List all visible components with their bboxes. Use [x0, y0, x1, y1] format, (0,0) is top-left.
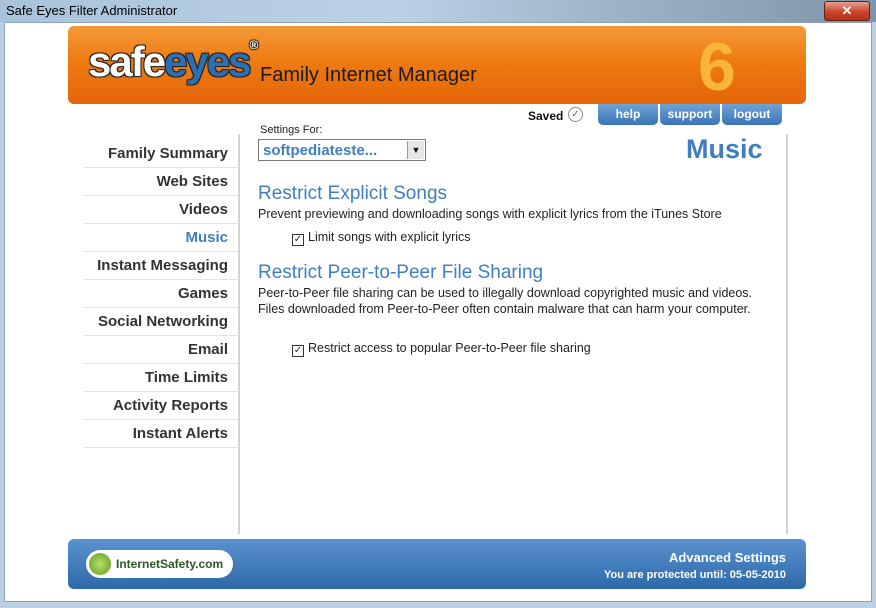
globe-icon — [89, 553, 111, 575]
sidebar-item-videos[interactable]: Videos — [84, 196, 238, 224]
explicit-lyrics-option[interactable]: ✓ Limit songs with explicit lyrics — [292, 230, 471, 246]
logo-text-blue: eyes — [164, 38, 251, 85]
window-title: Safe Eyes Filter Administrator — [6, 3, 178, 18]
sidebar-item-games[interactable]: Games — [84, 280, 238, 308]
settings-for-label: Settings For: — [260, 124, 323, 136]
window-titlebar: Safe Eyes Filter Administrator ✕ — [0, 0, 876, 22]
saved-status: Saved — [528, 109, 564, 123]
sidebar-item-social-networking[interactable]: Social Networking — [84, 308, 238, 336]
sidebar-divider — [238, 134, 240, 534]
section-desc-explicit-songs: Prevent previewing and downloading songs… — [258, 207, 722, 221]
p2p-option[interactable]: ✓ Restrict access to popular Peer-to-Peer… — [292, 341, 591, 357]
header-tagline: Family Internet Manager — [260, 64, 477, 86]
explicit-lyrics-checkbox[interactable]: ✓ — [292, 234, 304, 246]
header-banner: safeeyes® Family Internet Manager 6 — [68, 26, 806, 104]
sidebar-item-activity-reports[interactable]: Activity Reports — [84, 392, 238, 420]
section-title-p2p: Restrict Peer-to-Peer File Sharing — [258, 262, 544, 283]
sidebar-item-instant-messaging[interactable]: Instant Messaging — [84, 252, 238, 280]
footer-bar: InternetSafety.com Advanced Settings You… — [68, 539, 806, 589]
advanced-settings-link[interactable]: Advanced Settings — [669, 550, 786, 565]
support-button[interactable]: support — [660, 104, 720, 125]
content-right-border — [786, 134, 788, 534]
sidebar-item-family-summary[interactable]: Family Summary — [84, 140, 238, 168]
explicit-lyrics-label: Limit songs with explicit lyrics — [308, 230, 471, 244]
page-title: Music — [686, 134, 763, 164]
internetsafety-logo[interactable]: InternetSafety.com — [86, 550, 234, 578]
user-select-value: softpediateste... — [263, 142, 378, 159]
logout-button[interactable]: logout — [722, 104, 782, 125]
logo-text-white: safe — [88, 38, 166, 85]
chevron-down-icon[interactable]: ▼ — [407, 141, 424, 159]
section-desc-p2p: Peer-to-Peer file sharing can be used to… — [258, 286, 753, 316]
help-button[interactable]: help — [598, 104, 658, 125]
internetsafety-logo-text: InternetSafety.com — [116, 557, 224, 571]
sidebar-item-web-sites[interactable]: Web Sites — [84, 168, 238, 196]
p2p-label: Restrict access to popular Peer-to-Peer … — [308, 341, 591, 355]
p2p-checkbox[interactable]: ✓ — [292, 345, 304, 357]
version-number: 6 — [698, 29, 736, 104]
user-select[interactable]: softpediateste... ▼ — [258, 139, 426, 161]
safeeyes-logo: safeeyes® — [88, 38, 259, 86]
checkmark-icon: ✓ — [568, 107, 583, 122]
close-button[interactable]: ✕ — [824, 1, 870, 21]
logo-registered-mark: ® — [249, 38, 259, 52]
sidebar-item-time-limits[interactable]: Time Limits — [84, 364, 238, 392]
protection-status: You are protected until: 05-05-2010 — [604, 569, 786, 581]
section-title-explicit-songs: Restrict Explicit Songs — [258, 183, 448, 204]
sidebar-item-instant-alerts[interactable]: Instant Alerts — [84, 420, 238, 448]
sidebar-item-music[interactable]: Music — [84, 224, 238, 252]
sidebar-nav: Family Summary Web Sites Videos Music In… — [84, 140, 238, 448]
sidebar-item-email[interactable]: Email — [84, 336, 238, 364]
